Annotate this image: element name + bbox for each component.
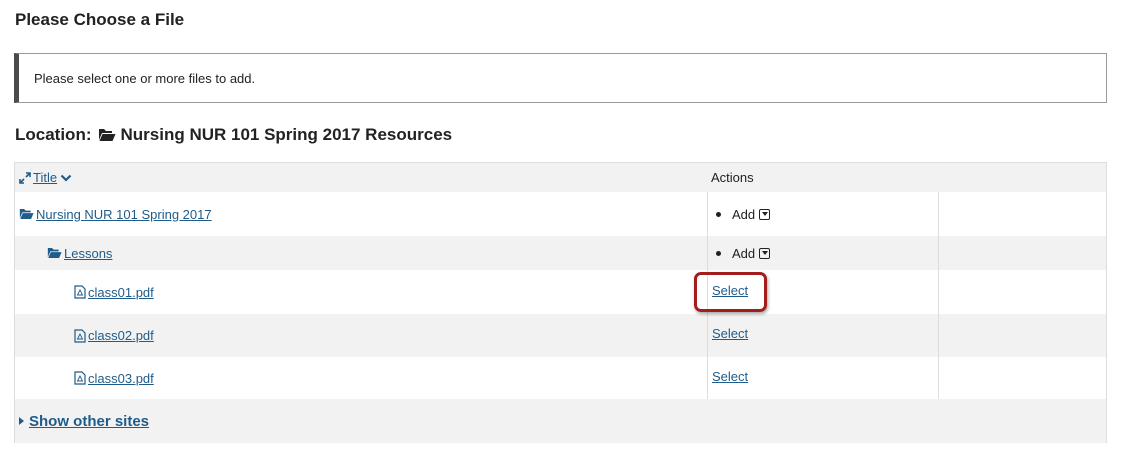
table-row: class02.pdf Select: [15, 314, 1106, 357]
page-title: Please Choose a File: [15, 10, 185, 29]
location-name: Nursing NUR 101 Spring 2017 Resources: [120, 125, 453, 144]
file-link-class03[interactable]: class03.pdf: [74, 371, 154, 386]
select-button-class02[interactable]: Select: [708, 326, 748, 341]
location-heading: Location: Nursing NUR 101 Spring 2017 Re…: [15, 125, 452, 145]
dropdown-caret-icon: [759, 247, 771, 259]
select-button-class01[interactable]: Select: [708, 283, 748, 298]
actions-column-label: Actions: [711, 170, 754, 185]
table-header-row: Title Actions: [15, 163, 1106, 192]
title-column-label: Title: [33, 170, 58, 185]
add-menu-lessons[interactable]: Add: [708, 246, 771, 261]
folder-link-lessons[interactable]: Lessons: [47, 246, 112, 261]
instructions-box: Please select one or more files to add.: [14, 53, 1107, 103]
table-row: Nursing NUR 101 Spring 2017 Add: [15, 192, 1106, 236]
folder-open-icon: [47, 248, 62, 258]
show-other-sites-link[interactable]: Show other sites: [29, 413, 149, 430]
add-menu-nursing[interactable]: Add: [708, 207, 771, 222]
dropdown-caret-icon: [759, 208, 771, 220]
caret-right-icon: [19, 417, 24, 425]
chevron-down-icon: [60, 174, 72, 182]
show-other-sites-row: Show other sites: [15, 399, 1106, 443]
resources-table: Title Actions Nursing NUR 101 Spring 201…: [14, 162, 1107, 443]
table-row: class03.pdf Select: [15, 357, 1106, 399]
select-button-class03[interactable]: Select: [708, 369, 748, 384]
folder-open-icon: [19, 209, 34, 219]
table-row: class01.pdf Select: [15, 270, 1106, 314]
expand-arrows-icon: [19, 171, 31, 184]
table-row: Lessons Add: [15, 236, 1106, 270]
location-label: Location:: [15, 125, 92, 144]
file-link-class02[interactable]: class02.pdf: [74, 328, 154, 343]
pdf-file-icon: [74, 328, 86, 343]
folder-open-icon: [98, 129, 115, 141]
bullet: [716, 250, 721, 256]
instructions-text: Please select one or more files to add.: [34, 70, 256, 86]
sort-by-title-link[interactable]: Title: [19, 170, 74, 185]
bullet: [716, 211, 721, 217]
pdf-file-icon: [74, 285, 86, 299]
pdf-file-icon: [74, 371, 86, 385]
file-link-class01[interactable]: class01.pdf: [74, 285, 154, 300]
folder-link-nursing[interactable]: Nursing NUR 101 Spring 2017: [19, 207, 212, 222]
